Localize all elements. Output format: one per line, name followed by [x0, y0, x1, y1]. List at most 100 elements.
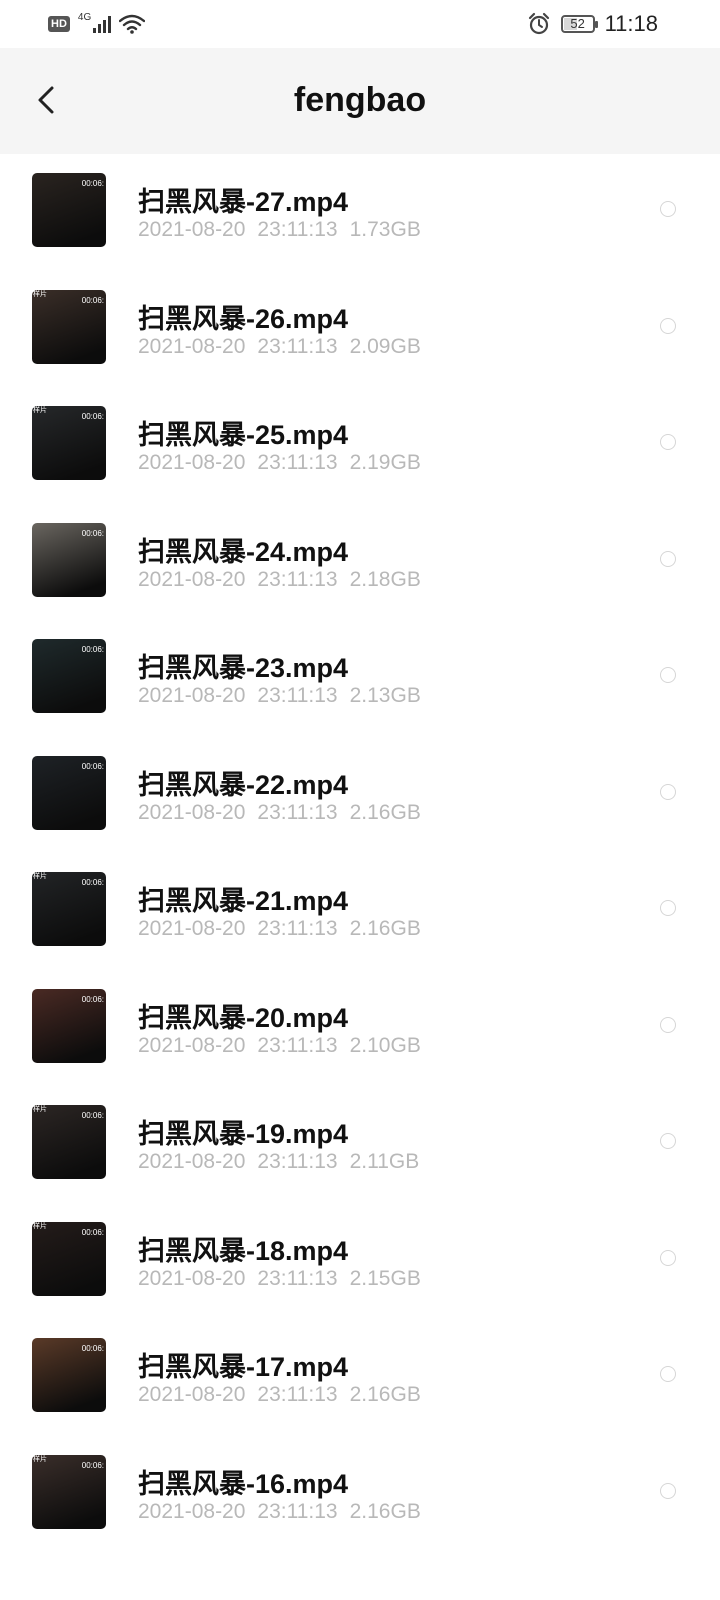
file-list-item[interactable]: 00:06: 扫黑风暴-24.mp4 2021-08-20 23:11:13 2.1…: [0, 504, 720, 621]
thumbnail-duration: 00:06:: [81, 878, 104, 887]
file-date: 2021-08-20: [138, 451, 246, 474]
file-time: 23:11:13: [257, 218, 338, 241]
file-name: 扫黑风暴-23.mp4: [138, 653, 349, 683]
video-thumbnail: 00:06:: [32, 522, 106, 597]
file-date: 2021-08-20: [138, 1383, 246, 1406]
file-name: 扫黑风暴-25.mp4: [138, 420, 349, 450]
select-radio[interactable]: [660, 1249, 676, 1266]
file-date: 2021-08-20: [138, 684, 246, 707]
file-list-item[interactable]: 样片 00:06: 扫黑风暴-21.mp4 2021-08-20 23:11:13…: [0, 853, 720, 970]
select-radio[interactable]: [660, 550, 676, 567]
file-time: 23:11:13: [257, 800, 338, 824]
file-time: 23:11:13: [257, 334, 338, 358]
video-thumbnail: 样片 00:06:: [32, 1454, 106, 1529]
video-thumbnail: 样片 00:06:: [32, 1105, 106, 1179]
file-list: 00:06: 扫黑风暴-27.mp4 2021-08-20 23:11:13 1.7…: [0, 154, 720, 1552]
file-date: 2021-08-20: [138, 1266, 246, 1290]
file-date: 2021-08-20: [138, 334, 246, 358]
select-radio[interactable]: [660, 1016, 676, 1033]
file-meta: 2021-08-20 23:11:13 2.16GB: [138, 917, 433, 941]
file-name: 扫黑风暴-16.mp4: [138, 1468, 349, 1499]
file-meta: 2021-08-20 23:11:13 2.13GB: [138, 684, 433, 708]
thumbnail-duration: 00:06:: [81, 1111, 104, 1120]
video-thumbnail: 00:06:: [32, 1338, 106, 1412]
video-thumbnail: 样片 00:06:: [32, 406, 106, 480]
thumbnail-label: 样片: [33, 1455, 47, 1463]
battery-level: 52: [570, 16, 585, 31]
file-list-item[interactable]: 00:06: 扫黑风暴-22.mp4 2021-08-20 23:11:13 2.1…: [0, 737, 720, 854]
file-size: 2.16GB: [349, 917, 421, 940]
file-time: 23:11:13: [257, 1266, 338, 1290]
file-time: 23:11:13: [257, 1383, 338, 1406]
file-name: 扫黑风暴-27.mp4: [138, 187, 349, 217]
file-name: 扫黑风暴-22.mp4: [138, 769, 349, 800]
thumbnail-label: 样片: [33, 1106, 47, 1113]
thumbnail-label: 样片: [33, 407, 47, 414]
file-date: 2021-08-20: [138, 1150, 246, 1173]
file-list-item[interactable]: 00:06: 扫黑风暴-17.mp4 2021-08-20 23:11:13 2.1…: [0, 1319, 720, 1436]
video-thumbnail: 样片 00:06:: [32, 1221, 106, 1296]
file-meta: 2021-08-20 23:11:13 1.73GB: [138, 218, 433, 242]
file-list-item[interactable]: 样片 00:06: 扫黑风暴-25.mp4 2021-08-20 23:11:13…: [0, 387, 720, 504]
select-radio[interactable]: [660, 1133, 676, 1149]
file-list-item[interactable]: 00:06: 扫黑风暴-23.mp4 2021-08-20 23:11:13 2.1…: [0, 620, 720, 737]
file-meta: 2021-08-20 23:11:13 2.10GB: [138, 1034, 433, 1058]
file-time: 23:11:13: [257, 451, 338, 474]
alarm-icon: [528, 12, 549, 35]
file-size: 2.18GB: [349, 567, 421, 591]
select-radio[interactable]: [660, 434, 676, 450]
file-time: 23:11:13: [257, 1150, 338, 1173]
thumbnail-duration: 00:06:: [81, 179, 104, 188]
signal-icon: [93, 15, 112, 33]
file-name: 扫黑风暴-24.mp4: [138, 536, 349, 567]
hd-badge: HD: [48, 16, 70, 32]
file-name: 扫黑风暴-17.mp4: [138, 1352, 349, 1382]
file-name: 扫黑风暴-19.mp4: [138, 1119, 349, 1149]
thumbnail-duration: 00:06:: [81, 761, 104, 771]
file-size: 2.10GB: [349, 1033, 421, 1057]
video-thumbnail: 样片 00:06:: [32, 289, 106, 364]
file-list-item[interactable]: 样片 00:06: 扫黑风暴-18.mp4 2021-08-20 23:11:13…: [0, 1203, 720, 1320]
file-meta: 2021-08-20 23:11:13 2.09GB: [138, 335, 433, 359]
file-size: 2.16GB: [349, 1383, 421, 1406]
thumbnail-duration: 00:06:: [81, 412, 104, 421]
thumbnail-duration: 00:06:: [81, 1344, 104, 1353]
file-size: 2.15GB: [349, 1266, 421, 1290]
video-thumbnail: 样片 00:06:: [32, 872, 106, 946]
video-thumbnail: 00:06:: [32, 755, 106, 830]
wifi-icon: [119, 14, 146, 34]
file-meta: 2021-08-20 23:11:13 2.19GB: [138, 451, 433, 475]
file-size: 2.19GB: [349, 451, 421, 474]
file-list-item[interactable]: 00:06: 扫黑风暴-27.mp4 2021-08-20 23:11:13 1.7…: [0, 154, 720, 271]
file-time: 23:11:13: [257, 1499, 338, 1523]
thumbnail-duration: 00:06:: [81, 528, 104, 538]
file-time: 23:11:13: [257, 684, 338, 707]
file-meta: 2021-08-20 23:11:13 2.18GB: [138, 568, 433, 592]
select-radio[interactable]: [660, 317, 676, 334]
back-button[interactable]: [22, 75, 72, 125]
file-list-item[interactable]: 00:06: 扫黑风暴-20.mp4 2021-08-20 23:11:13 2.1…: [0, 970, 720, 1087]
file-size: 2.16GB: [349, 800, 421, 824]
select-radio[interactable]: [660, 900, 676, 916]
file-meta: 2021-08-20 23:11:13 2.11GB: [138, 1150, 431, 1174]
file-meta: 2021-08-20 23:11:13 2.16GB: [138, 801, 433, 825]
file-time: 23:11:13: [257, 917, 338, 940]
thumbnail-duration: 00:06:: [81, 1460, 104, 1470]
select-radio[interactable]: [660, 201, 676, 217]
thumbnail-label: 样片: [33, 873, 47, 880]
select-radio[interactable]: [660, 783, 676, 800]
file-time: 23:11:13: [257, 1033, 338, 1057]
battery-icon: 52: [560, 15, 598, 33]
select-radio[interactable]: [660, 1482, 676, 1499]
select-radio[interactable]: [660, 1366, 676, 1382]
select-radio[interactable]: [660, 667, 676, 683]
video-thumbnail: 00:06:: [32, 639, 106, 713]
thumbnail-duration: 00:06:: [81, 645, 104, 654]
file-list-item[interactable]: 样片 00:06: 扫黑风暴-16.mp4 2021-08-20 23:11:13…: [0, 1436, 720, 1553]
page-title: fengbao: [293, 81, 427, 119]
file-date: 2021-08-20: [138, 567, 246, 591]
file-list-item[interactable]: 样片 00:06: 扫黑风暴-19.mp4 2021-08-20 23:11:13…: [0, 1086, 720, 1203]
file-meta: 2021-08-20 23:11:13 2.15GB: [138, 1267, 433, 1291]
file-meta: 2021-08-20 23:11:13 2.16GB: [138, 1500, 433, 1524]
file-list-item[interactable]: 样片 00:06: 扫黑风暴-26.mp4 2021-08-20 23:11:13…: [0, 271, 720, 388]
